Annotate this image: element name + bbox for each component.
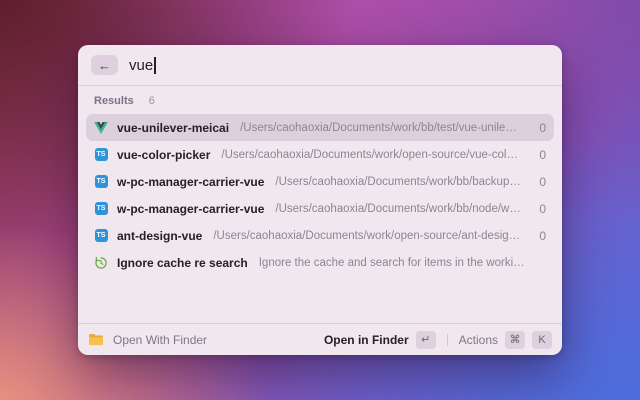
result-row[interactable]: vue-unilever-meicai /Users/caohaoxia/Doc…: [86, 114, 554, 141]
result-path: /Users/caohaoxia/Documents/work/bb/test/…: [240, 122, 522, 134]
results-label: Results: [94, 95, 134, 107]
result-title: vue-color-picker: [117, 148, 210, 162]
text-caret: [154, 57, 156, 74]
result-row[interactable]: TS w-pc-manager-carrier-vue /Users/caoha…: [86, 195, 554, 222]
result-row[interactable]: TS w-pc-manager-carrier-vue /Users/caoha…: [86, 168, 554, 195]
search-input[interactable]: vue: [129, 57, 156, 74]
result-row[interactable]: TS vue-color-picker /Users/caohaoxia/Doc…: [86, 141, 554, 168]
result-path: /Users/caohaoxia/Documents/work/bb/backu…: [275, 176, 522, 188]
result-accessory: 0: [531, 148, 546, 162]
results-count: 6: [149, 95, 155, 107]
return-key: ↵: [416, 331, 436, 349]
result-path: /Users/caohaoxia/Documents/work/bb/node/…: [275, 203, 522, 215]
typescript-icon: TS: [95, 148, 108, 161]
result-title: w-pc-manager-carrier-vue: [117, 175, 264, 189]
open-in-finder-button[interactable]: Open in Finder ↵: [324, 331, 436, 349]
result-path: Ignore the cache and search for items in…: [259, 257, 529, 269]
result-path: /Users/caohaoxia/Documents/work/open-sou…: [213, 230, 522, 242]
finder-folder-icon: [88, 333, 104, 346]
vue-logo-icon: [94, 122, 108, 134]
typescript-icon: TS: [95, 175, 108, 188]
results-section-header: Results 6: [86, 86, 554, 114]
history-icon: [94, 256, 108, 270]
results-area: Results 6 vue-unilever-meicai /Users/cao…: [78, 86, 562, 323]
footer: Open With Finder Open in Finder ↵ Action…: [78, 323, 562, 355]
result-accessory: 0: [531, 121, 546, 135]
footer-divider: [447, 334, 448, 346]
open-with-finder-label: Open With Finder: [113, 333, 207, 347]
typescript-icon: TS: [95, 229, 108, 242]
result-row[interactable]: TS ant-design-vue /Users/caohaoxia/Docum…: [86, 222, 554, 249]
result-title: Ignore cache re search: [117, 256, 248, 270]
actions-button[interactable]: Actions ⌘ K: [459, 331, 552, 349]
launcher-window: ← vue Results 6 vue-unilever-meicai /Use…: [78, 45, 562, 355]
result-title: ant-design-vue: [117, 229, 202, 243]
search-query: vue: [129, 57, 153, 74]
open-in-finder-label: Open in Finder: [324, 333, 409, 347]
result-accessory: 0: [531, 202, 546, 216]
back-button[interactable]: ←: [91, 55, 118, 75]
result-row[interactable]: Ignore cache re search Ignore the cache …: [86, 249, 554, 276]
result-accessory: 0: [531, 229, 546, 243]
arrow-left-icon: ←: [98, 58, 111, 73]
results-list: vue-unilever-meicai /Users/caohaoxia/Doc…: [86, 114, 554, 276]
result-accessory: 0: [531, 175, 546, 189]
actions-label: Actions: [459, 333, 498, 347]
result-title: vue-unilever-meicai: [117, 121, 229, 135]
result-path: /Users/caohaoxia/Documents/work/open-sou…: [221, 149, 522, 161]
result-title: w-pc-manager-carrier-vue: [117, 202, 264, 216]
search-bar: ← vue: [78, 45, 562, 86]
cmd-key: ⌘: [505, 331, 525, 349]
k-key: K: [532, 331, 552, 349]
typescript-icon: TS: [95, 202, 108, 215]
